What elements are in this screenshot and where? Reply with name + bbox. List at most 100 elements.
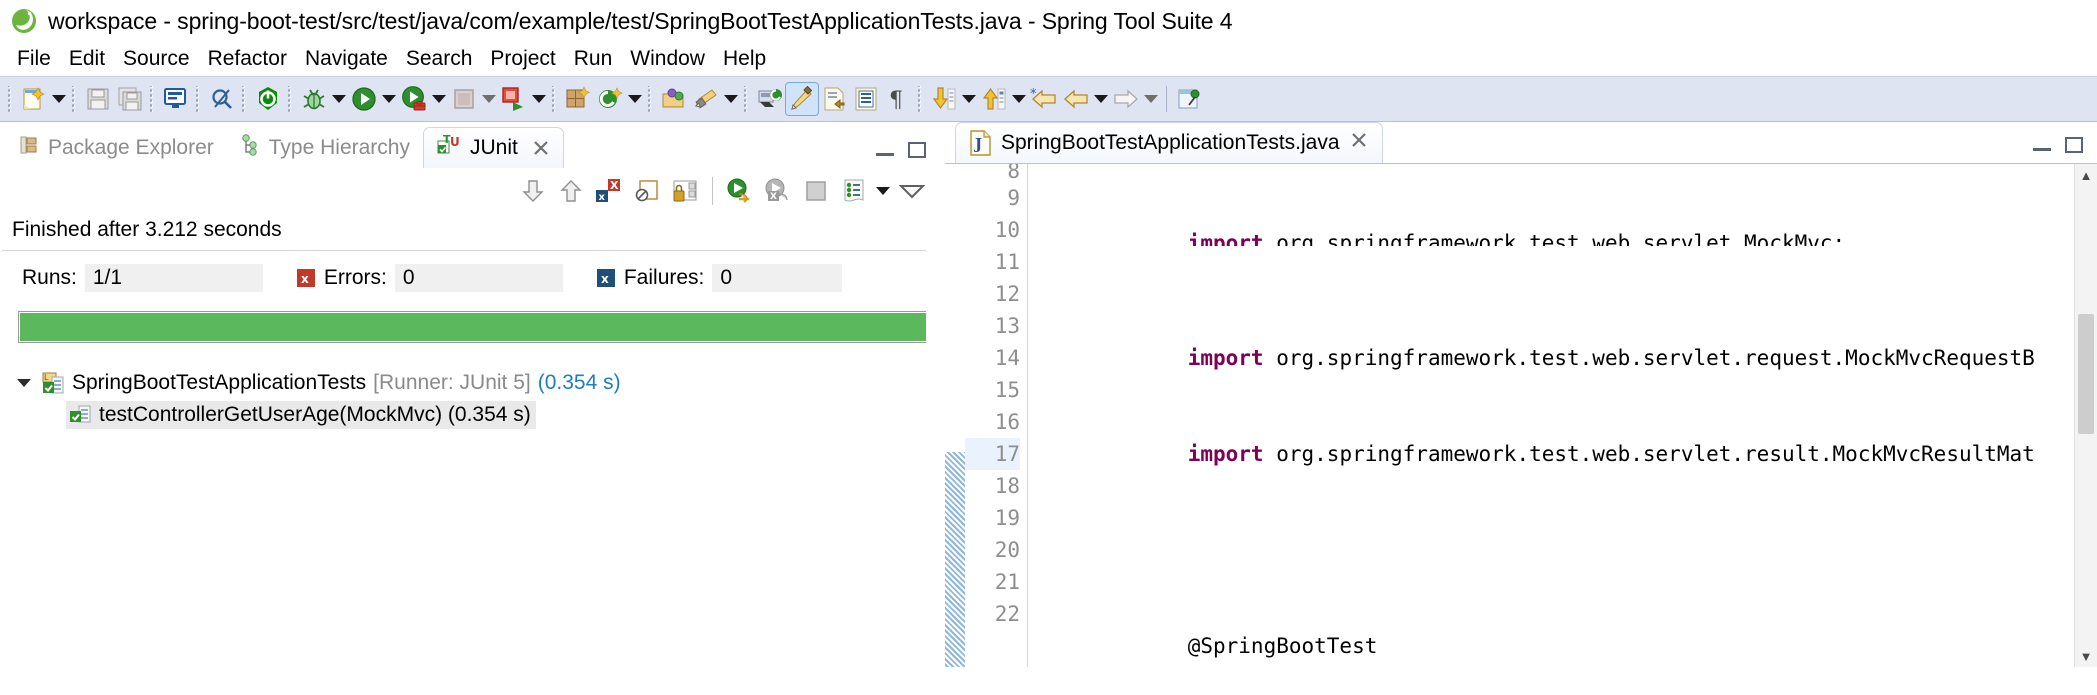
- scroll-down-icon[interactable]: ▼: [2075, 645, 2097, 667]
- git-repository-icon[interactable]: [754, 83, 786, 115]
- type-hierarchy-icon: [240, 134, 260, 162]
- minimize-icon[interactable]: [876, 143, 894, 157]
- menu-navigate[interactable]: Navigate: [296, 47, 397, 71]
- toolbar-grip[interactable]: [149, 86, 157, 112]
- maximize-icon[interactable]: [2065, 137, 2083, 153]
- tree-row[interactable]: testControllerGetUserAge(MockMvc) (0.354…: [0, 399, 940, 431]
- save-all-icon[interactable]: [114, 83, 146, 115]
- scroll-lock-icon[interactable]: [667, 173, 703, 209]
- spring-tool-suite-window: workspace - spring-boot-test/src/test/ja…: [0, 0, 2097, 695]
- new-annotation-icon[interactable]: [690, 83, 722, 115]
- view-menu-icon[interactable]: [894, 173, 930, 209]
- menu-refactor[interactable]: Refactor: [199, 47, 296, 71]
- menu-file[interactable]: File: [8, 47, 60, 71]
- code-line[interactable]: [1036, 502, 2097, 534]
- forward-icon[interactable]: [1110, 83, 1142, 115]
- toolbar-grip[interactable]: [241, 86, 249, 112]
- pin-editor-icon[interactable]: [1173, 83, 1205, 115]
- run-external-tools-icon[interactable]: [498, 83, 530, 115]
- minimize-icon[interactable]: [2033, 138, 2051, 152]
- save-icon[interactable]: [82, 83, 114, 115]
- next-annotation-dropdown-icon[interactable]: [960, 83, 978, 115]
- open-console-icon[interactable]: [160, 83, 192, 115]
- toolbar-grip[interactable]: [743, 86, 751, 112]
- new-annotation-dropdown-icon[interactable]: [722, 83, 740, 115]
- toggle-mark-occurrences-icon[interactable]: [206, 83, 238, 115]
- pilcrow-icon[interactable]: ¶: [882, 83, 914, 115]
- maximize-icon[interactable]: [908, 142, 926, 158]
- code-line[interactable]: import org.springframework.test.web.serv…: [1036, 228, 2097, 246]
- new-wizard-icon[interactable]: [18, 83, 50, 115]
- tab-junit[interactable]: T U JUnit: [423, 127, 564, 168]
- forward-dropdown-icon[interactable]: [1142, 83, 1160, 115]
- open-type-icon[interactable]: [658, 83, 690, 115]
- close-icon[interactable]: [1350, 131, 1368, 155]
- previous-annotation-icon[interactable]: [978, 83, 1010, 115]
- menu-window[interactable]: Window: [621, 47, 714, 71]
- rerun-failed-icon[interactable]: X: [760, 173, 796, 209]
- rerun-test-icon[interactable]: [722, 173, 758, 209]
- test-runs-history-icon[interactable]: [836, 173, 872, 209]
- boot-dashboard-icon[interactable]: [252, 83, 284, 115]
- junit-tree-scrollbar[interactable]: [926, 208, 940, 667]
- test-runs-history-dropdown-icon[interactable]: [874, 175, 892, 207]
- menu-search[interactable]: Search: [397, 47, 482, 71]
- menu-project[interactable]: Project: [481, 47, 564, 71]
- next-failure-icon[interactable]: [515, 173, 551, 209]
- previous-annotation-dropdown-icon[interactable]: [1010, 83, 1028, 115]
- next-annotation-icon[interactable]: [928, 83, 960, 115]
- toolbar-grip[interactable]: [551, 86, 559, 112]
- editor-vertical-scrollbar[interactable]: ▲ ▼: [2074, 164, 2097, 667]
- failures-label: Failures:: [624, 266, 705, 290]
- code-line[interactable]: import org.springframework.test.web.serv…: [1036, 310, 2097, 342]
- new-class-dropdown-icon[interactable]: [626, 83, 644, 115]
- svg-text:¶: ¶: [889, 88, 903, 112]
- run-external-dropdown-icon[interactable]: [530, 83, 548, 115]
- line-number: 16: [965, 406, 1020, 438]
- scrollbar-thumb[interactable]: [2078, 314, 2094, 434]
- show-failures-only-icon[interactable]: X x: [591, 173, 627, 209]
- quick-fix-icon[interactable]: [786, 83, 818, 115]
- back-dropdown-icon[interactable]: [1092, 83, 1110, 115]
- scroll-up-icon[interactable]: ▲: [2075, 164, 2097, 186]
- debug-icon[interactable]: [298, 83, 330, 115]
- run-toolsuite-icon[interactable]: [398, 83, 430, 115]
- editor-tab-springboottestapplicationtests[interactable]: J SpringBootTestApplicationTests.java: [955, 122, 1383, 163]
- stop-icon[interactable]: [448, 83, 480, 115]
- debug-dropdown-icon[interactable]: [330, 83, 348, 115]
- code-line[interactable]: @SpringBootTest: [1036, 598, 2097, 630]
- new-wizard-dropdown-icon[interactable]: [50, 83, 68, 115]
- run-toolsuite-dropdown-icon[interactable]: [430, 83, 448, 115]
- back-icon[interactable]: [1060, 83, 1092, 115]
- stop-test-icon[interactable]: [798, 173, 834, 209]
- menu-run[interactable]: Run: [565, 47, 622, 71]
- main-toolbar: ¶ *: [0, 76, 2097, 122]
- menu-help[interactable]: Help: [714, 47, 775, 71]
- close-icon[interactable]: [532, 139, 550, 157]
- menu-edit[interactable]: Edit: [60, 47, 114, 71]
- run-icon[interactable]: [348, 83, 380, 115]
- new-class-icon[interactable]: [594, 83, 626, 115]
- toolbar-grip[interactable]: [71, 86, 79, 112]
- chevron-down-icon[interactable]: [14, 379, 34, 387]
- editor-code-text[interactable]: import org.springframework.test.web.serv…: [1028, 164, 2097, 667]
- run-dropdown-icon[interactable]: [380, 83, 398, 115]
- code-line[interactable]: import org.springframework.test.web.serv…: [1036, 406, 2097, 438]
- previous-failure-icon[interactable]: [553, 173, 589, 209]
- toolbar-grip[interactable]: [647, 86, 655, 112]
- tree-row[interactable]: L SpringBootTestApplicationTests [Runner…: [0, 367, 940, 399]
- toolbar-grip[interactable]: [287, 86, 295, 112]
- selected-test-case[interactable]: testControllerGetUserAge(MockMvc) (0.354…: [66, 401, 536, 429]
- back-new-icon[interactable]: *: [1028, 83, 1060, 115]
- open-task-icon[interactable]: [818, 83, 850, 115]
- new-java-package-icon[interactable]: [562, 83, 594, 115]
- menu-source[interactable]: Source: [114, 47, 199, 71]
- stop-dropdown-icon[interactable]: [480, 83, 498, 115]
- toolbar-grip[interactable]: [7, 86, 15, 112]
- toolbar-grip[interactable]: [195, 86, 203, 112]
- toolbar-grip[interactable]: [917, 86, 925, 112]
- show-ignored-icon[interactable]: [629, 173, 665, 209]
- tab-type-hierarchy[interactable]: Type Hierarchy: [227, 128, 423, 168]
- outline-icon[interactable]: [850, 83, 882, 115]
- tab-package-explorer[interactable]: Package Explorer: [6, 128, 227, 168]
